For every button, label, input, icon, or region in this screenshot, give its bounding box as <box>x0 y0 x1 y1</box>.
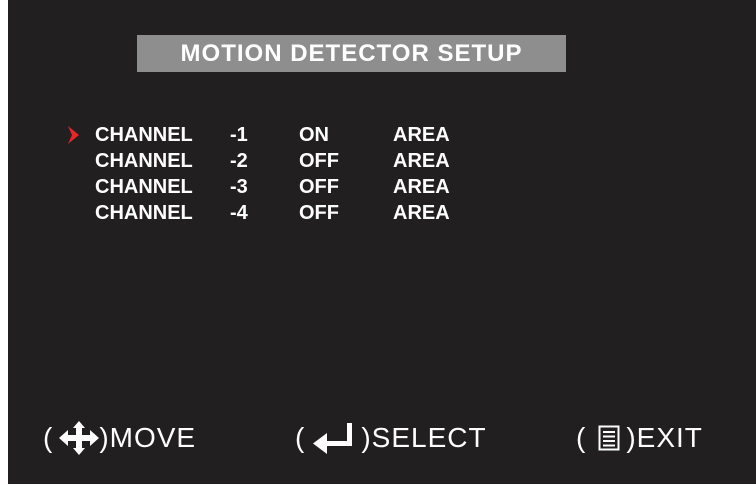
open-paren: ( <box>295 422 306 453</box>
channel-label: CHANNEL <box>95 202 193 224</box>
channel-state[interactable]: OFF <box>299 148 339 174</box>
channel-row-1[interactable]: CHANNEL -1 ON AREA <box>8 122 756 148</box>
open-paren: ( <box>43 422 54 453</box>
channel-menu: CHANNEL -1 ON AREA CHANNEL -2 OFF AREA C… <box>8 122 756 226</box>
channel-number: -4 <box>230 202 248 224</box>
page-title: MOTION DETECTOR SETUP <box>180 39 523 67</box>
exit-label: EXIT <box>636 422 703 453</box>
channel-number: -1 <box>230 124 248 146</box>
channel-number: -3 <box>230 176 248 198</box>
select-hint: ( ) SELECT <box>295 418 487 458</box>
select-label: SELECT <box>371 422 487 453</box>
channel-label: CHANNEL <box>95 176 193 198</box>
channel-row-4[interactable]: CHANNEL -4 OFF AREA <box>8 200 756 226</box>
close-paren: ) <box>361 422 372 453</box>
exit-hint: ( ) EXIT <box>576 418 703 458</box>
title-bar: MOTION DETECTOR SETUP <box>137 35 566 72</box>
close-paren: ) <box>99 422 110 453</box>
channel-area[interactable]: AREA <box>393 122 450 148</box>
osd-screen: MOTION DETECTOR SETUP CHANNEL -1 ON AREA… <box>8 0 756 484</box>
close-paren: ) <box>626 422 637 453</box>
channel-area[interactable]: AREA <box>393 174 450 200</box>
enter-arrow-icon <box>313 423 353 454</box>
channel-row-2[interactable]: CHANNEL -2 OFF AREA <box>8 148 756 174</box>
key-hints: ( ) MOVE ( ) SELECT () EXIT <box>8 418 756 458</box>
move-label: MOVE <box>109 422 197 453</box>
move-hint: ( ) MOVE <box>43 418 196 458</box>
selection-cursor-icon <box>68 126 79 144</box>
open-paren: ( <box>576 422 587 453</box>
menu-list-icon <box>598 425 620 451</box>
channel-label: CHANNEL <box>95 124 193 146</box>
channel-label: CHANNEL <box>95 150 193 172</box>
channel-state[interactable]: OFF <box>299 174 339 200</box>
channel-number: -2 <box>230 150 248 172</box>
four-way-arrows-icon <box>59 421 100 455</box>
channel-area[interactable]: AREA <box>393 200 450 226</box>
channel-state[interactable]: OFF <box>299 200 339 226</box>
channel-state[interactable]: ON <box>299 122 329 148</box>
channel-area[interactable]: AREA <box>393 148 450 174</box>
channel-row-3[interactable]: CHANNEL -3 OFF AREA <box>8 174 756 200</box>
